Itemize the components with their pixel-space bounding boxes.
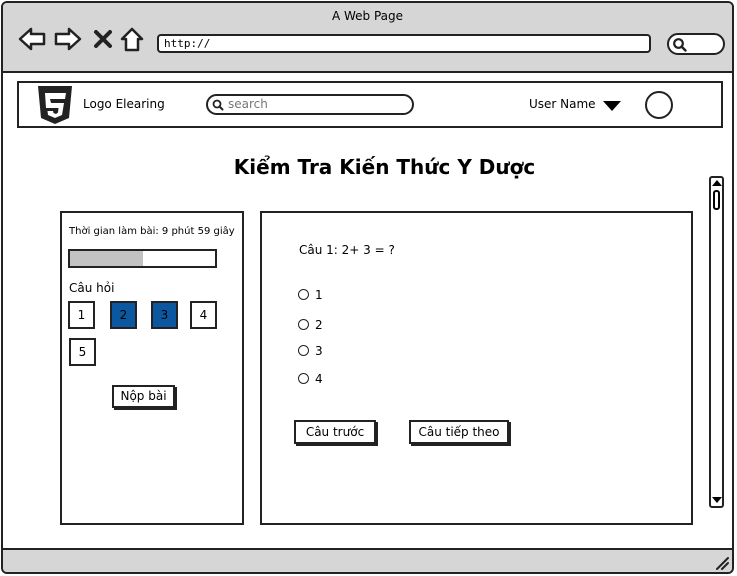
browser-titlebar: A Web Page http:// (3, 3, 732, 73)
site-search-input[interactable]: search (206, 94, 414, 115)
time-remaining-label: Thời gian làm bài: 9 phút 59 giây (69, 226, 235, 237)
question-button-3[interactable]: 3 (151, 301, 178, 329)
previous-question-button[interactable]: Câu trước (294, 420, 376, 444)
window-title: A Web Page (331, 9, 404, 23)
answer-option-label: 2 (315, 318, 323, 332)
scroll-down-arrow-icon[interactable] (712, 497, 722, 503)
time-progress-bar (68, 249, 217, 268)
resize-grip-icon[interactable] (713, 554, 729, 570)
test-sidebar: Thời gian làm bài: 9 phút 59 giây Câu hỏ… (60, 211, 244, 525)
question-text: Câu 1: 2+ 3 = ? (299, 243, 395, 257)
next-question-button[interactable]: Câu tiếp theo (409, 420, 509, 444)
browser-status-bar (3, 548, 732, 572)
radio-button[interactable] (298, 319, 309, 330)
radio-button[interactable] (298, 373, 309, 384)
search-icon (673, 38, 687, 52)
submit-button[interactable]: Nộp bài (112, 385, 175, 408)
answer-option-2[interactable]: 2 (298, 318, 323, 332)
browser-window: A Web Page http:// Logo Elearing search … (1, 1, 734, 574)
back-icon[interactable] (17, 25, 47, 53)
question-button-1[interactable]: 1 (68, 301, 95, 329)
answer-option-3[interactable]: 3 (298, 344, 323, 358)
home-icon[interactable] (119, 25, 145, 53)
question-button-2[interactable]: 2 (110, 301, 137, 329)
site-header: Logo Elearing search User Name (17, 81, 723, 128)
answer-option-label: 3 (315, 344, 323, 358)
page-title: Kiểm Tra Kiến Thức Y Dược (233, 155, 536, 179)
browser-search-button[interactable] (667, 33, 725, 55)
scroll-thumb[interactable] (713, 190, 720, 210)
search-icon (212, 99, 224, 111)
logo-text[interactable]: Logo Elearing (83, 97, 165, 111)
user-name[interactable]: User Name (529, 97, 596, 111)
vertical-scrollbar[interactable] (709, 176, 724, 508)
question-panel: Câu 1: 2+ 3 = ? 1 2 3 4 Câu trước Câu ti… (260, 211, 693, 525)
radio-button[interactable] (298, 289, 309, 300)
scroll-up-arrow-icon[interactable] (712, 180, 722, 186)
search-placeholder: search (228, 97, 268, 111)
radio-button[interactable] (298, 345, 309, 356)
forward-icon[interactable] (53, 25, 83, 53)
css3-logo-icon[interactable] (35, 85, 75, 125)
questions-label: Câu hỏi (69, 281, 115, 295)
answer-option-1[interactable]: 1 (298, 288, 323, 302)
avatar[interactable] (645, 91, 673, 119)
answer-option-label: 1 (315, 288, 323, 302)
question-button-4[interactable]: 4 (190, 301, 217, 329)
answer-option-4[interactable]: 4 (298, 372, 323, 386)
chevron-down-icon[interactable] (603, 101, 621, 111)
url-input[interactable]: http:// (157, 34, 651, 53)
question-button-5[interactable]: 5 (69, 338, 96, 366)
time-progress-fill (70, 251, 143, 266)
close-icon[interactable] (91, 25, 115, 53)
answer-option-label: 4 (315, 372, 323, 386)
